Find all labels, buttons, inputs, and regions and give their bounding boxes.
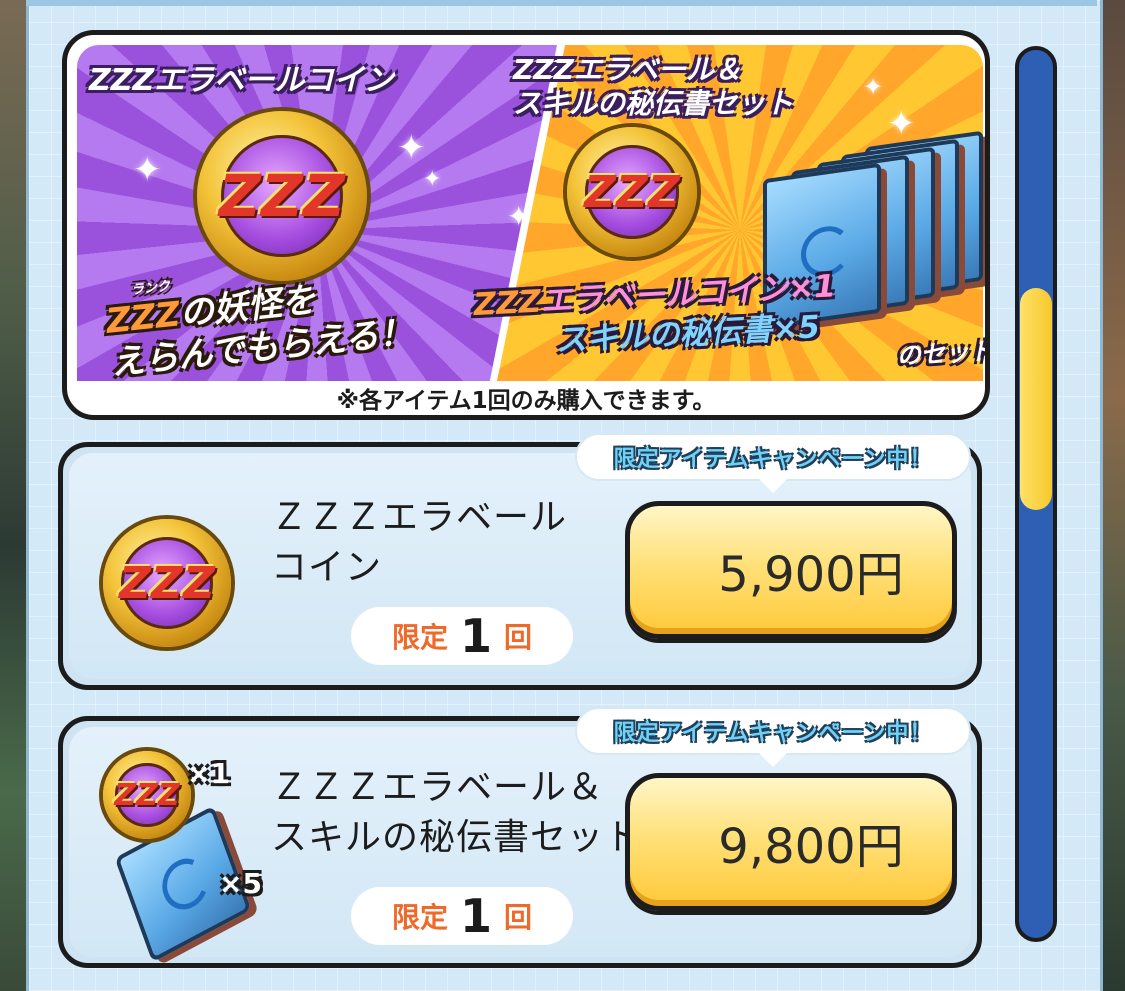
zzz-coin-icon: ZZZ (103, 751, 191, 839)
purchase-limit-badge: 限定 1 回 (351, 887, 573, 945)
sparkle-icon: ✦ (397, 128, 426, 168)
zzz-coin-icon: ZZZ (197, 111, 367, 281)
caption-end: のセット！ (896, 335, 990, 371)
rank-zzz: ZZZ (472, 283, 542, 324)
purchase-limit-note: ※各アイテム1回のみ購入できます。 (336, 388, 716, 414)
item-title: ＺＺＺエラベール＆ スキルの秘伝書セット (271, 767, 642, 858)
limit-count: 1 (459, 889, 492, 943)
swirl-icon (155, 849, 215, 919)
zzz-coin-icon: ZZZ (103, 519, 231, 647)
limit-unit: 回 (504, 901, 533, 934)
sparkle-icon: ✦ (863, 73, 884, 101)
sparkle-icon: ✦ (133, 150, 162, 190)
promo-banner: ZZZエラベールコイン ZZZエラベール＆ スキルの秘伝書セット ✦ ✦ ✦ ✦… (62, 30, 990, 420)
book-quantity: ×5 (219, 867, 262, 900)
banner-right-title-line1: ZZZエラベール＆ (513, 53, 742, 86)
banner-right-title-line2: スキルの秘伝書セット (513, 87, 794, 120)
limit-count: 1 (459, 609, 492, 663)
banner-left-title: ZZZエラベールコイン (89, 63, 394, 98)
rank-zzz: ZZZ (104, 294, 183, 342)
purchase-limit-badge: 限定 1 回 (351, 607, 573, 665)
scrollbar-thumb[interactable] (1020, 288, 1052, 510)
sparkle-icon: ✦ (507, 200, 531, 233)
buy-price-button[interactable]: 9,800円 (625, 773, 957, 911)
shop-item-card[interactable]: ZZZ ＺＺＺエラベール コイン 限定 1 回 限定アイテムキャンペーン中！ 5… (58, 433, 982, 690)
zzz-coin-glyph: ZZZ (584, 166, 680, 218)
limit-label: 限定 (391, 621, 448, 654)
zzz-coin-glyph: ZZZ (114, 777, 180, 813)
item-title: ＺＺＺエラベール コイン (271, 497, 568, 588)
coin-quantity: ×1 (187, 757, 230, 790)
buy-price-button[interactable]: 5,900円 (625, 501, 957, 639)
zzz-coin-glyph: ZZZ (218, 162, 346, 230)
limit-unit: 回 (504, 621, 533, 654)
campaign-tag: 限定アイテムキャンペーン中！ (575, 433, 971, 493)
background-left (0, 0, 26, 991)
panel-top-edge (26, 0, 1097, 6)
sparkle-icon: ✦ (423, 167, 442, 192)
sparkle-icon: ✦ (887, 104, 916, 144)
banner-right-title: ZZZエラベール＆ スキルの秘伝書セット (513, 53, 793, 121)
zzz-coin-icon: ZZZ (567, 127, 697, 257)
campaign-tag: 限定アイテムキャンペーン中！ (575, 707, 971, 767)
limit-label: 限定 (391, 901, 448, 934)
shop-item-card[interactable]: ZZZ ×1 ×5 ＺＺＺエラベール＆ スキルの秘伝書セット 限定 1 回 限定… (58, 707, 982, 968)
zzz-coin-glyph: ZZZ (119, 557, 215, 609)
